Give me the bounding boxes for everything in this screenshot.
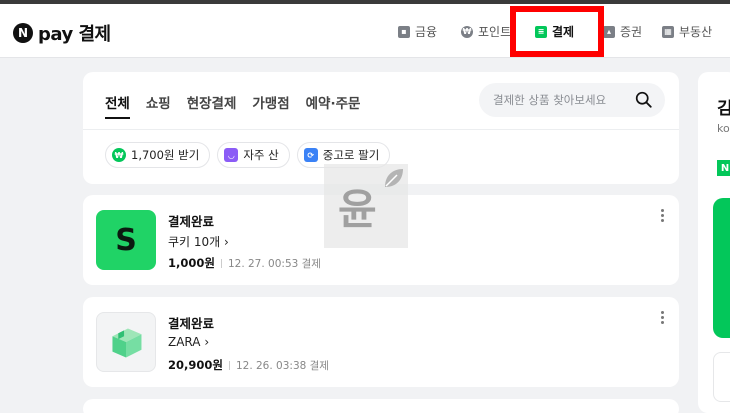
shopping-bag-icon: ◡ [224, 148, 239, 162]
tab-shopping[interactable]: 쇼핑 [146, 92, 171, 119]
product-link[interactable]: 쿠키 10개 › [168, 233, 229, 250]
watermark: 윤 [324, 164, 408, 248]
chevron-right-icon: › [224, 235, 229, 249]
chip-frequently-bought[interactable]: ◡ 자주 산 [217, 142, 290, 168]
order-status: 결제완료 [168, 316, 215, 331]
profile-name: 김 [717, 99, 730, 119]
order-status: 결제완료 [168, 214, 215, 229]
product-link[interactable]: ZARA › [168, 335, 209, 349]
leaf-icon [385, 169, 403, 187]
nav-item-point[interactable]: ₩ 포인트 [461, 23, 511, 40]
box-icon [112, 328, 142, 358]
separator [220, 258, 222, 268]
order-amount: 20,900원 [168, 358, 223, 372]
order-amount-row: 20,900원 12. 26. 03:38 결제 [168, 357, 329, 373]
chart-icon: ▴ [603, 25, 615, 38]
side-widget[interactable] [713, 352, 730, 402]
product-thumbnail[interactable]: S [96, 210, 156, 270]
tab-all[interactable]: 전체 [105, 92, 130, 119]
point-icon: ₩ [461, 25, 473, 38]
nav-item-finance[interactable]: ▪ 금융 [398, 23, 437, 40]
order-amount: 1,000원 [168, 256, 215, 270]
order-time: 12. 26. 03:38 결제 [235, 359, 329, 372]
npay-badge: N [717, 160, 730, 176]
membership-card[interactable] [713, 198, 730, 338]
search-icon[interactable] [635, 91, 652, 108]
separator [228, 360, 230, 370]
tab-onsite-payment[interactable]: 현장결제 [187, 92, 237, 119]
divider [83, 129, 679, 130]
profile-email: ko [717, 122, 730, 135]
order-card[interactable] [83, 399, 679, 413]
more-options-icon[interactable] [661, 311, 665, 325]
order-card[interactable]: 결제완료 ZARA › 20,900원 12. 26. 03:38 결제 [83, 297, 679, 387]
order-amount-row: 1,000원 12. 27. 00:53 결제 [168, 255, 321, 271]
chip-earn-points[interactable]: ₩ 1,700원 받기 [105, 142, 211, 168]
category-tabs: 전체 쇼핑 현장결제 가맹점 예약·주문 [105, 92, 376, 119]
nav-item-realestate[interactable]: ▦ 부동산 [662, 23, 712, 40]
nav-item-stocks[interactable]: ▴ 증권 [603, 23, 642, 40]
more-options-icon[interactable] [661, 209, 665, 223]
highlight-box [510, 6, 604, 57]
profile-side-panel: 김 ko N [698, 72, 730, 413]
product-thumbnail[interactable] [96, 312, 156, 372]
npay-logo[interactable]: N pay 결제 [13, 20, 111, 46]
building-icon: ▦ [662, 25, 674, 38]
header: N pay 결제 ▪ 금융 ₩ 포인트 ≡ 결제 ▴ 증권 ▦ 부동산 [0, 4, 730, 58]
order-time: 12. 27. 00:53 결제 [227, 257, 321, 270]
wallet-icon: ▪ [398, 25, 410, 38]
chevron-right-icon: › [204, 335, 210, 349]
search-input[interactable]: 결제한 상품 찾아보세요 [479, 83, 665, 117]
tab-merchants[interactable]: 가맹점 [252, 92, 289, 119]
recycle-icon: ⟳ [303, 148, 318, 162]
logo-text: pay 결제 [38, 24, 111, 45]
naver-n-icon: N [13, 23, 33, 43]
tab-reservation-order[interactable]: 예약·주문 [306, 92, 361, 119]
npay-point-icon: ₩ [112, 148, 126, 162]
